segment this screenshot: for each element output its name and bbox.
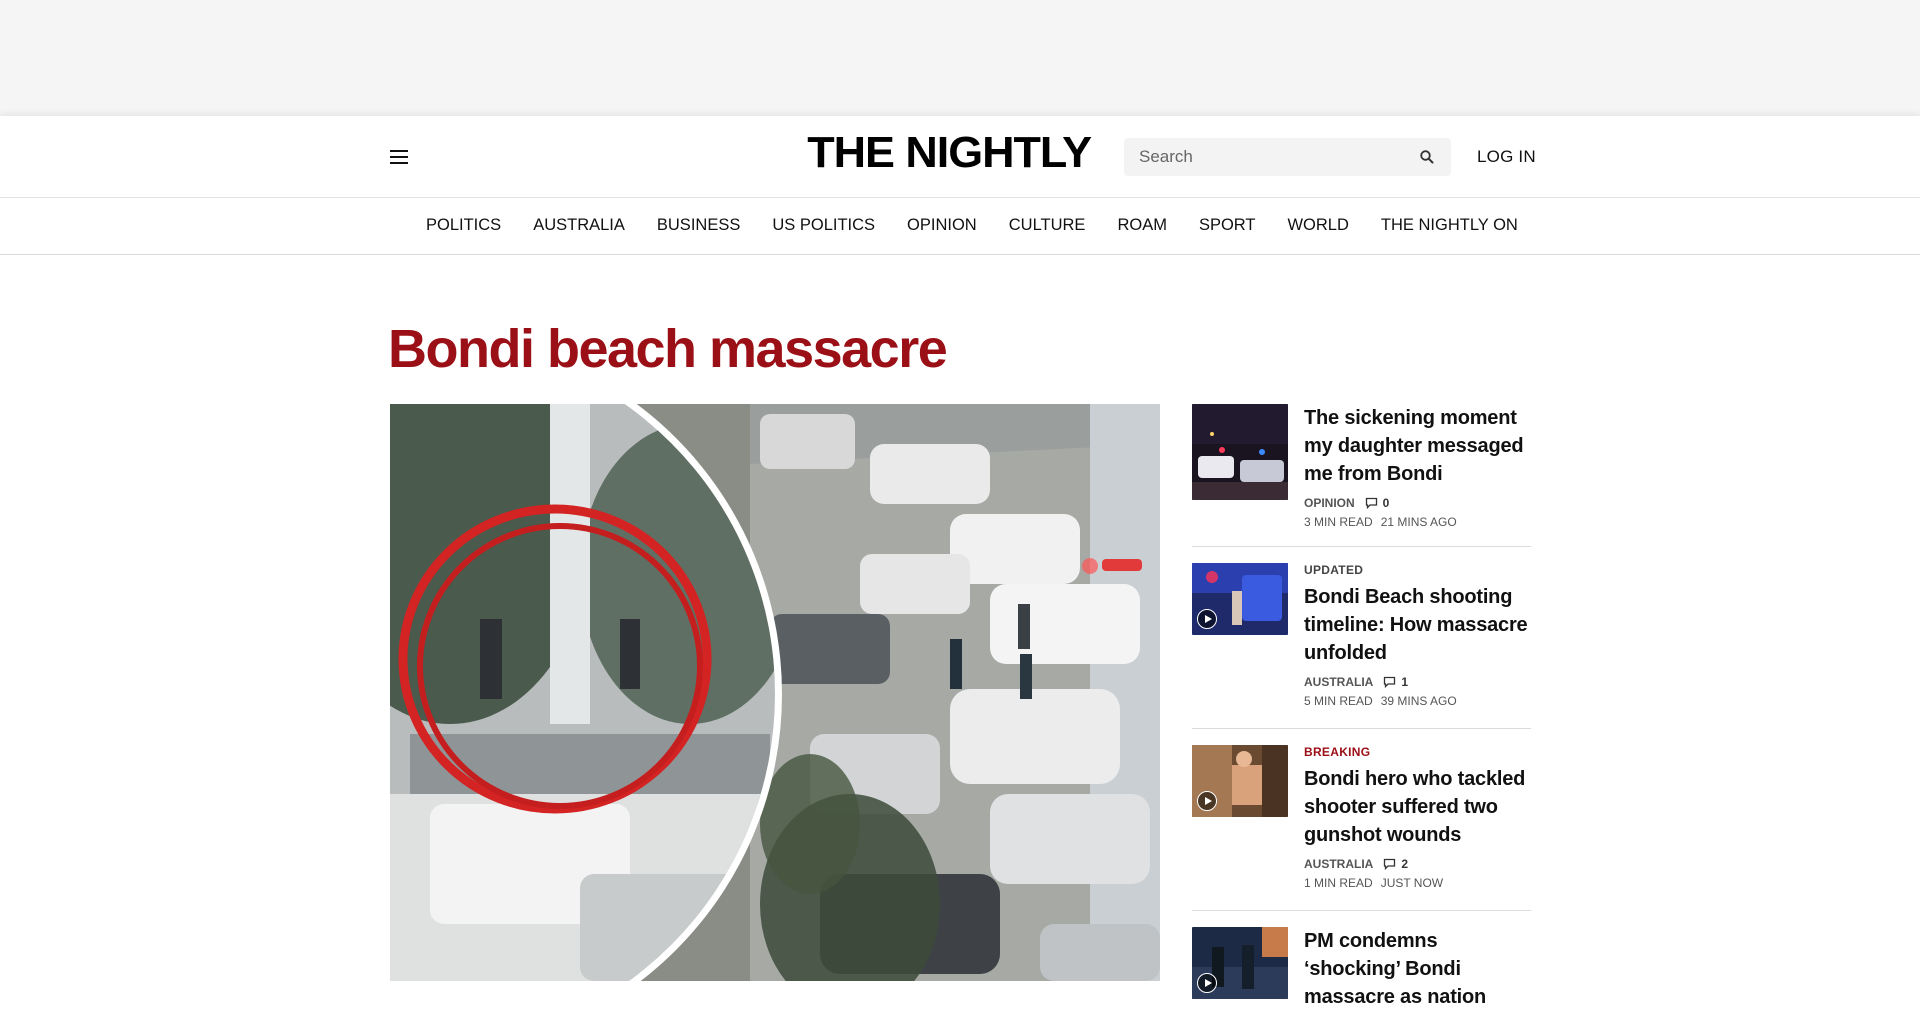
story-category[interactable]: OPINION <box>1304 496 1355 510</box>
story-category[interactable]: AUSTRALIA <box>1304 675 1373 689</box>
comment-count[interactable]: 2 <box>1383 857 1408 871</box>
play-icon[interactable] <box>1197 609 1217 629</box>
nav-item-culture[interactable]: CULTURE <box>1009 216 1086 235</box>
story-meta-secondary: 1 MIN READ JUST NOW <box>1304 876 1531 890</box>
story-headline[interactable]: Bondi hero who tackled shooter suffered … <box>1304 765 1531 849</box>
comment-count-value: 1 <box>1401 675 1409 689</box>
search-box[interactable] <box>1124 138 1451 176</box>
story-headline[interactable]: PM condemns ‘shocking’ Bondi massacre as… <box>1304 927 1531 1011</box>
related-stories: The sickening moment my daughter message… <box>1192 404 1531 1011</box>
time-ago: 21 MINS AGO <box>1380 515 1457 529</box>
search-input[interactable] <box>1124 138 1404 176</box>
comment-icon <box>1384 858 1396 870</box>
nav-item-us-politics[interactable]: US POLITICS <box>772 216 875 235</box>
main-navigation: POLITICS AUSTRALIA BUSINESS US POLITICS … <box>0 198 1920 255</box>
story-item[interactable]: BREAKING Bondi hero who tackled shooter … <box>1192 729 1531 911</box>
nav-item-australia[interactable]: AUSTRALIA <box>533 216 625 235</box>
story-meta: OPINION 0 <box>1304 496 1531 510</box>
nav-item-opinion[interactable]: OPINION <box>907 216 977 235</box>
story-kicker: BREAKING <box>1304 745 1371 759</box>
comment-count-value: 0 <box>1382 496 1390 510</box>
read-time: 3 MIN READ <box>1304 515 1373 529</box>
time-ago: 39 MINS AGO <box>1380 694 1457 708</box>
search-icon[interactable] <box>1419 149 1435 165</box>
comment-icon <box>1365 497 1377 509</box>
read-time: 5 MIN READ <box>1304 694 1373 708</box>
section-title: Bondi beach massacre <box>388 319 948 379</box>
nav-item-politics[interactable]: POLITICS <box>426 216 501 235</box>
story-category[interactable]: AUSTRALIA <box>1304 857 1373 871</box>
comment-icon <box>1384 676 1396 688</box>
story-meta-secondary: 5 MIN READ 39 MINS AGO <box>1304 694 1531 708</box>
story-item[interactable]: UPDATED Bondi Beach shooting timeline: H… <box>1192 547 1531 729</box>
story-meta: AUSTRALIA 2 <box>1304 857 1531 871</box>
nav-item-sport[interactable]: SPORT <box>1199 216 1256 235</box>
comment-count[interactable]: 1 <box>1383 675 1408 689</box>
story-meta: AUSTRALIA 1 <box>1304 675 1531 689</box>
story-meta-secondary: 3 MIN READ 21 MINS AGO <box>1304 515 1531 529</box>
story-kicker: UPDATED <box>1304 563 1364 577</box>
nav-item-business[interactable]: BUSINESS <box>657 216 740 235</box>
nav-item-roam[interactable]: ROAM <box>1117 216 1167 235</box>
story-headline[interactable]: The sickening moment my daughter message… <box>1304 404 1531 488</box>
time-ago: JUST NOW <box>1380 876 1444 890</box>
story-item[interactable]: The sickening moment my daughter message… <box>1192 404 1531 547</box>
story-thumbnail[interactable] <box>1192 404 1288 500</box>
comment-count-value: 2 <box>1401 857 1409 871</box>
story-thumbnail[interactable] <box>1192 563 1288 635</box>
ad-placeholder <box>0 0 1920 116</box>
story-item[interactable]: PM condemns ‘shocking’ Bondi massacre as… <box>1192 911 1531 1011</box>
play-icon[interactable] <box>1197 791 1217 811</box>
hero-image[interactable] <box>390 404 1160 981</box>
nav-item-the-nightly-on[interactable]: THE NIGHTLY ON <box>1381 216 1518 235</box>
story-thumbnail[interactable] <box>1192 927 1288 999</box>
login-link[interactable]: LOG IN <box>1477 147 1536 167</box>
story-headline[interactable]: Bondi Beach shooting timeline: How massa… <box>1304 583 1531 667</box>
story-thumbnail[interactable] <box>1192 745 1288 817</box>
play-icon[interactable] <box>1197 973 1217 993</box>
nav-item-world[interactable]: WORLD <box>1287 216 1348 235</box>
comment-count[interactable]: 0 <box>1365 496 1390 510</box>
site-logo[interactable]: THE NIGHTLY <box>807 128 1092 178</box>
site-header: THE NIGHTLY LOG IN <box>0 116 1920 198</box>
read-time: 1 MIN READ <box>1304 876 1373 890</box>
menu-icon[interactable] <box>390 150 408 164</box>
